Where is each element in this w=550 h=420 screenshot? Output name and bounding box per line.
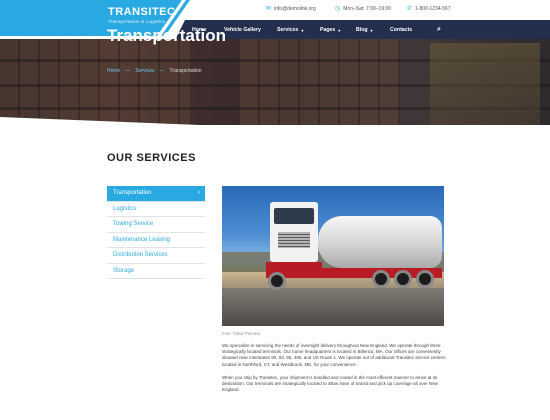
sidebar-item-label: Storage [113,267,135,274]
body-paragraph: We specialize in servicing the needs of … [222,343,446,367]
breadcrumb-current: Transportation [169,68,202,74]
breadcrumb-separator-icon: — [125,68,131,74]
caret-down-icon: ▾ [338,27,341,33]
body-paragraph: When you ship by Transitec, your shipmen… [222,375,438,393]
sidebar-item-label: Transportation [113,190,152,197]
contact-phone[interactable]: ✆ 1-800-1234-567 [407,5,451,13]
envelope-icon: ✉ [266,6,272,12]
nav-label: Contacts [390,27,413,33]
breadcrumb-separator-icon: — [159,68,165,74]
nav-item-pages[interactable]: Pages ▾ [320,20,340,40]
hero-overlay [0,39,550,125]
truck-wheel [372,270,390,288]
contact-hours-text: Mon–Sat: 7:00–19:00 [343,5,392,12]
brand-tagline: Transportation & Logistics [108,19,166,24]
contact-email-text: info@demolink.org [274,5,316,12]
sidebar-item-logistics[interactable]: Logistics [107,202,205,217]
sidebar-item-label: Maintenance Leasing [113,236,171,243]
caret-down-icon: ▾ [370,27,373,33]
contact-phone-text: 1-800-1234-567 [415,5,451,12]
sidebar-item-storage[interactable]: Storage [107,264,205,279]
phone-icon: ✆ [407,6,413,12]
sidebar-item-label: Towing Service [113,221,154,228]
nav-item-contacts[interactable]: Contacts [390,20,412,40]
services-sidebar: Transportation › Logistics Towing Servic… [107,186,205,279]
sidebar-item-transportation[interactable]: Transportation › [107,186,205,202]
sidebar-item-label: Distribution Services [113,252,168,259]
sidebar-item-maintenance-leasing[interactable]: Maintenance Leasing [107,233,205,248]
nav-label: Pages [320,27,336,33]
nav-label: Blog [356,27,368,33]
photo-caption: Foto: Oskar Parrotta [222,331,260,336]
truck-wheel [268,272,286,290]
truck-wheel [416,270,434,288]
brand-name[interactable]: TRANSITEC [108,6,175,18]
sidebar-item-towing-service[interactable]: Towing Service [107,217,205,233]
caret-down-icon: ▾ [301,27,304,33]
nav-item-services[interactable]: Services ▾ [277,20,303,40]
truck-tank [318,216,442,268]
photo-road [222,288,444,326]
clock-icon: ◷ [335,6,341,12]
breadcrumb-services[interactable]: Services [135,68,154,74]
nav-label: Services [277,27,299,33]
sidebar-item-distribution-services[interactable]: Distribution Services [107,248,205,264]
nav-label: Vehicle Gallery [224,27,261,33]
page-title: Transportation [107,26,227,45]
contact-email[interactable]: ✉ info@demolink.org [266,5,316,13]
truck-windshield [274,208,314,224]
breadcrumb-home[interactable]: Home [107,68,120,74]
section-title: OUR SERVICES [107,152,196,164]
contact-hours: ◷ Mon–Sat: 7:00–19:00 [335,5,392,13]
sidebar-item-label: Logistics [113,205,137,212]
truck-wheel [394,270,412,288]
chevron-right-icon: › [198,190,200,197]
search-icon[interactable]: ⌕ [437,20,441,40]
nav-item-vehicle-gallery[interactable]: Vehicle Gallery [224,20,261,40]
breadcrumb: Home — Services — Transportation [107,68,202,74]
nav-item-blog[interactable]: Blog ▾ [356,20,373,40]
truck-photo [222,186,444,326]
hero-banner [0,39,550,125]
truck-grille [278,232,310,248]
